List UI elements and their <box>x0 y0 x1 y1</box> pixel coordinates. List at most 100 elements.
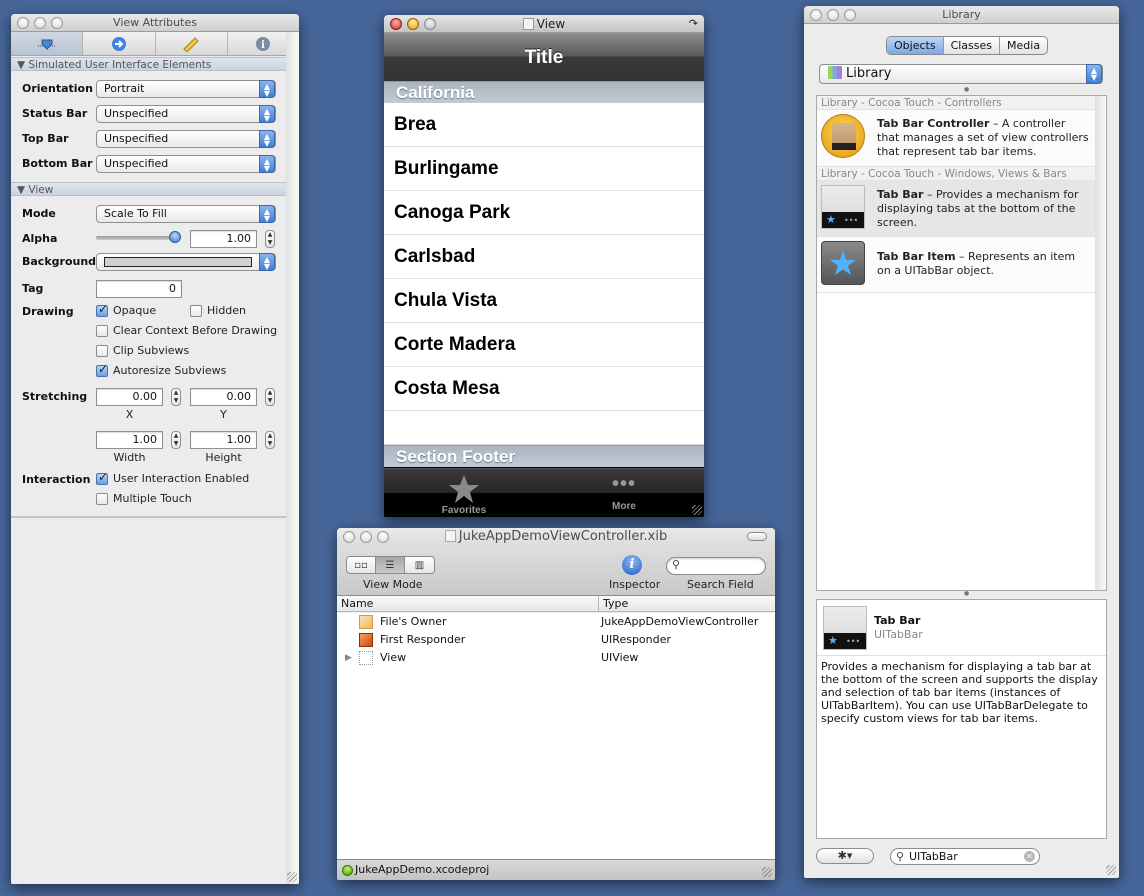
section-simulated-ui[interactable]: ▼ Simulated User Interface Elements <box>11 57 286 71</box>
table-cell[interactable]: Chula Vista <box>384 279 704 323</box>
window-title: View Attributes <box>113 16 197 29</box>
clip-subviews-checkbox[interactable]: Clip Subviews <box>96 344 189 357</box>
tab-connections[interactable] <box>83 32 156 55</box>
library-list-scrollbar[interactable] <box>1095 96 1106 590</box>
column-view-button[interactable]: ▥ <box>405 557 434 573</box>
clear-context-checkbox[interactable]: Clear Context Before Drawing <box>96 324 277 337</box>
popup-arrows-icon: ▲ ▼ <box>259 253 275 271</box>
stretch-x-stepper[interactable]: ▲ ▼ <box>171 388 181 406</box>
list-view-button[interactable]: ☰ <box>376 557 405 573</box>
slider-knob[interactable] <box>169 231 181 243</box>
library-object-list: Library - Cocoa Touch - Controllers Tab … <box>816 95 1107 591</box>
stretch-y-stepper[interactable]: ▲ ▼ <box>265 388 275 406</box>
alpha-stepper[interactable]: ▲ ▼ <box>265 230 275 248</box>
action-gear-button[interactable]: ✱▾ <box>816 848 874 864</box>
close-button[interactable] <box>810 9 822 21</box>
resize-grip-icon[interactable] <box>287 872 297 882</box>
library-item-tab-bar-controller[interactable]: Tab Bar Controller – A controller that m… <box>817 110 1095 167</box>
minimize-button[interactable] <box>407 18 419 30</box>
table-cell[interactable]: Carlsbad <box>384 235 704 279</box>
outline-row[interactable]: File's Owner JukeAppDemoViewController <box>337 613 775 631</box>
inspector-tabs: i <box>11 32 299 56</box>
toolbar-toggle-button[interactable] <box>747 532 767 541</box>
zoom-button[interactable] <box>424 18 436 30</box>
minimize-button[interactable] <box>34 17 46 29</box>
bottom-bar-label: Bottom Bar <box>22 157 93 170</box>
mode-popup[interactable]: Scale To Fill ▲ ▼ <box>96 205 276 223</box>
stretch-width-field[interactable]: 1.00 <box>96 431 163 449</box>
outline-row[interactable]: ▶ View UIView <box>337 649 775 667</box>
stretch-x-field[interactable]: 0.00 <box>96 388 163 406</box>
rotate-icon[interactable]: ↷ <box>689 15 698 33</box>
close-button[interactable] <box>17 17 29 29</box>
tab-media[interactable]: Media <box>1000 37 1047 54</box>
top-bar-popup[interactable]: Unspecified ▲ ▼ <box>96 130 276 148</box>
disclosure-triangle-icon[interactable]: ▶ <box>345 649 352 667</box>
resize-grip-icon[interactable] <box>692 505 702 515</box>
tab-more[interactable]: ••• More <box>584 469 664 517</box>
checkbox-box <box>190 304 202 317</box>
row-type: UIResponder <box>601 633 671 646</box>
inspector-scrollbar[interactable] <box>286 32 299 884</box>
tab-classes[interactable]: Classes <box>944 37 1001 54</box>
status-bar-popup[interactable]: Unspecified ▲ ▼ <box>96 105 276 123</box>
stretch-height-stepper[interactable]: ▲ ▼ <box>265 431 275 449</box>
inspector-button[interactable]: i <box>622 555 642 575</box>
table-cell[interactable]: Canoga Park <box>384 191 704 235</box>
tab-objects[interactable]: Objects <box>887 37 944 54</box>
zoom-button[interactable] <box>844 9 856 21</box>
close-button[interactable] <box>390 18 402 30</box>
outline-row[interactable]: First Responder UIResponder <box>337 631 775 649</box>
stretch-height-field[interactable]: 1.00 <box>190 431 257 449</box>
table-cell[interactable]: Corte Madera <box>384 323 704 367</box>
splitter-handle[interactable]: ● <box>964 86 969 93</box>
tag-field[interactable]: 0 <box>96 280 182 298</box>
view-titlebar: View ↷ <box>384 15 704 33</box>
stretch-width-stepper[interactable]: ▲ ▼ <box>171 431 181 449</box>
multiple-touch-checkbox[interactable]: Multiple Touch <box>96 492 192 505</box>
mode-value: Scale To Fill <box>104 207 167 220</box>
column-header-type[interactable]: Type <box>599 596 775 611</box>
library-item-tab-bar[interactable]: ★ ••• Tab Bar – Provides a mechanism for… <box>817 181 1095 237</box>
connections-icon <box>111 36 126 51</box>
hidden-checkbox[interactable]: Hidden <box>190 304 246 317</box>
section-view[interactable]: ▼ View <box>11 182 286 196</box>
alpha-slider[interactable] <box>96 231 181 243</box>
alpha-field[interactable]: 1.00 <box>190 230 257 248</box>
zoom-button[interactable] <box>51 17 63 29</box>
tab-size[interactable] <box>156 32 228 55</box>
library-filter-field[interactable]: ⚲ UITabBar ✕ <box>890 848 1040 865</box>
opaque-checkbox[interactable]: Opaque <box>96 302 156 317</box>
clear-search-icon[interactable]: ✕ <box>1024 851 1035 862</box>
table-cell[interactable]: Burlingame <box>384 147 704 191</box>
close-button[interactable] <box>343 531 355 543</box>
resize-grip-icon[interactable] <box>1106 865 1116 875</box>
zoom-button[interactable] <box>377 531 389 543</box>
minimize-button[interactable] <box>827 9 839 21</box>
checkbox-box <box>96 324 108 337</box>
tab-favorites[interactable]: Favorites <box>424 469 504 517</box>
autoresize-subviews-checkbox[interactable]: Autoresize Subviews <box>96 362 226 377</box>
checkbox-box <box>96 344 108 357</box>
column-header-name[interactable]: Name <box>337 596 599 611</box>
minimize-button[interactable] <box>360 531 372 543</box>
library-item-tab-bar-item[interactable]: ★ Tab Bar Item – Represents an item on a… <box>817 237 1095 293</box>
project-name[interactable]: JukeAppDemo.xcodeproj <box>355 860 489 880</box>
splitter-handle[interactable]: ● <box>964 590 969 597</box>
user-interaction-checkbox[interactable]: User Interaction Enabled <box>96 470 249 485</box>
background-color-popup[interactable]: ▲ ▼ <box>96 253 276 271</box>
view-mode-segmented[interactable]: ▫▫ ☰ ▥ <box>346 556 435 574</box>
size-ruler-icon <box>183 36 199 52</box>
icon-view-button[interactable]: ▫▫ <box>347 557 376 573</box>
status-bar: JukeAppDemo.xcodeproj <box>337 859 775 880</box>
table-cell[interactable]: Brea <box>384 103 704 147</box>
library-source-popup[interactable]: Library ▲ ▼ <box>819 64 1103 84</box>
tab-attributes[interactable] <box>11 32 84 55</box>
table-cell[interactable]: Costa Mesa <box>384 367 704 411</box>
orientation-popup[interactable]: Portrait ▲ ▼ <box>96 80 276 98</box>
stretch-y-field[interactable]: 0.00 <box>190 388 257 406</box>
search-field[interactable]: ⚲ <box>666 557 766 575</box>
resize-grip-icon[interactable] <box>762 867 772 877</box>
bottom-bar-popup[interactable]: Unspecified ▲ ▼ <box>96 155 276 173</box>
tab-bar-icon: ★ ••• <box>821 185 865 229</box>
